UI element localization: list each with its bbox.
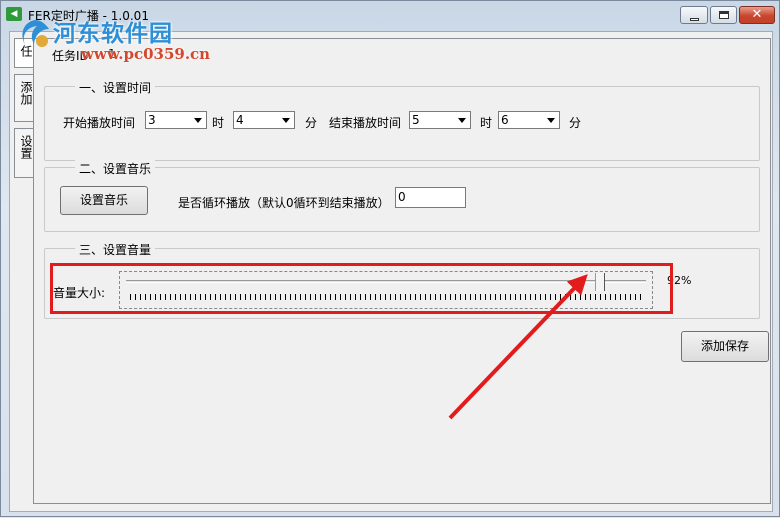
- app-window: ◀ FER定时广播 - 1.0.01 ✕ 任 添加 设置 任务ID 1 一、设置…: [0, 0, 780, 517]
- annotation-arrow: [448, 274, 588, 420]
